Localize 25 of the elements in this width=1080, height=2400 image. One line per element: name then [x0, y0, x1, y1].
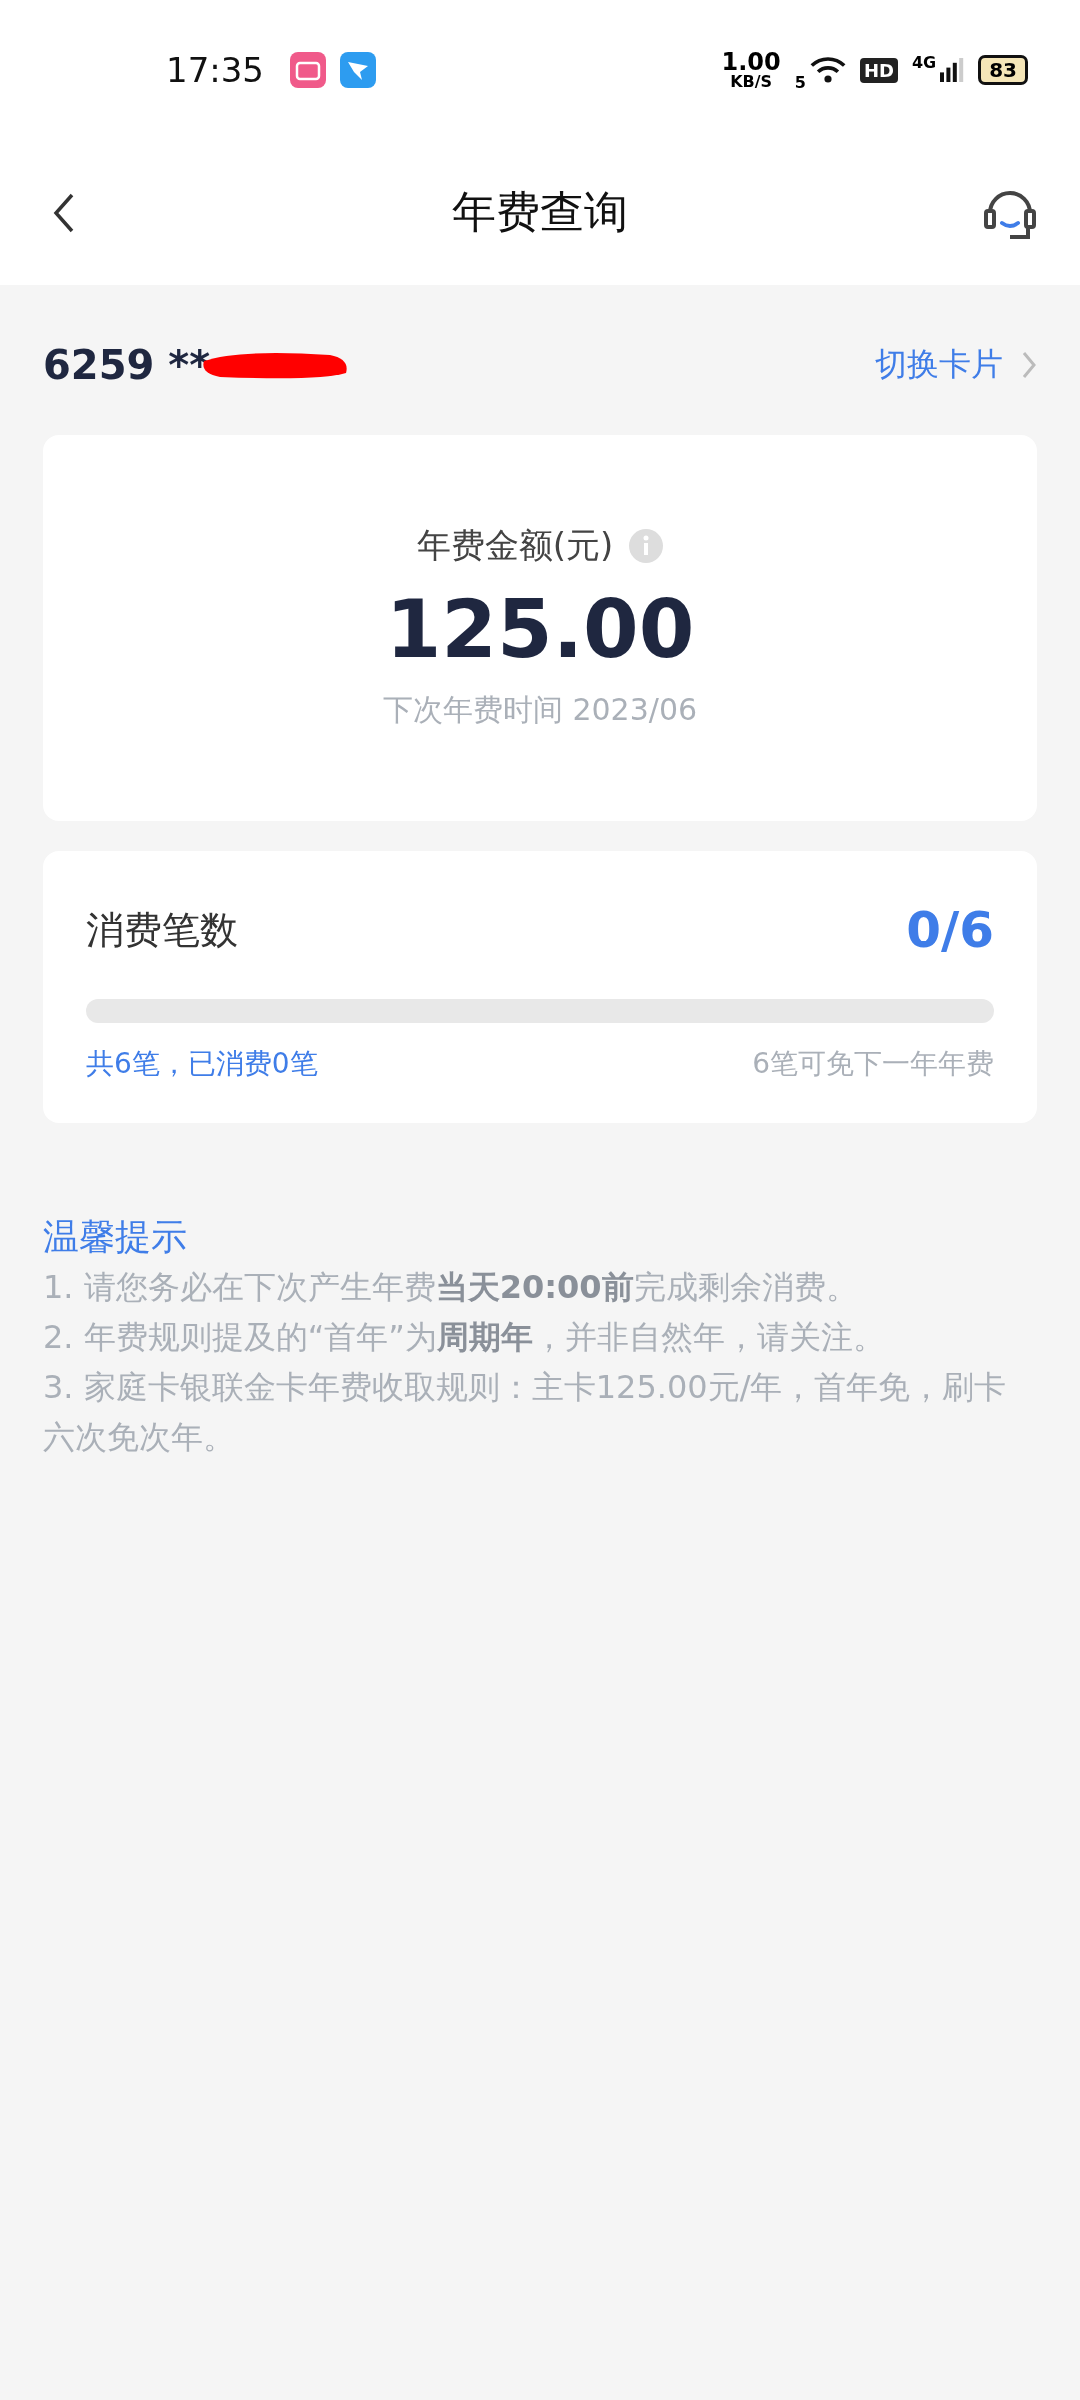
battery-indicator: 83	[978, 55, 1028, 85]
status-time: 17:35	[166, 50, 264, 90]
count-value: 0/6	[906, 901, 994, 959]
switch-card-link[interactable]: 切换卡片	[875, 343, 1003, 387]
net-speed-unit: KB/S	[730, 74, 773, 90]
page-title: 年费查询	[451, 185, 629, 239]
fee-amount: 125.00	[385, 583, 695, 676]
tip-text: 1. 请您务必在下次产生年费当天20:00前完成剩余消费。	[43, 1267, 859, 1308]
tv-app-icon	[290, 52, 326, 88]
tip-text: 2. 年费规则提及的“首年”为周期年，并非自然年，请关注。	[43, 1317, 886, 1358]
wifi-band-label: 5	[794, 73, 806, 92]
wifi-icon	[809, 56, 846, 84]
signal-icon	[940, 56, 965, 84]
card-number: 6259 **	[43, 342, 211, 388]
hd-badge: HD	[859, 57, 898, 83]
bird-app-icon	[340, 52, 376, 88]
fee-label: 年费金额(元)	[416, 524, 614, 567]
next-fee-date: 下次年费时间 2023/06	[382, 691, 698, 729]
tips-title: 温馨提示	[43, 1215, 188, 1259]
count-title: 消费笔数	[86, 906, 238, 954]
count-summary: 共6笔，已消费0笔	[86, 1046, 318, 1082]
net-speed: 1.00	[721, 50, 781, 74]
waiver-hint: 6笔可免下一年年费	[752, 1046, 994, 1082]
network-type: 4G	[911, 52, 937, 72]
tip-text: 3. 家庭卡银联金卡年费收取规则：主卡125.00元/年，首年免，刷卡六次免次年。	[43, 1367, 1008, 1458]
